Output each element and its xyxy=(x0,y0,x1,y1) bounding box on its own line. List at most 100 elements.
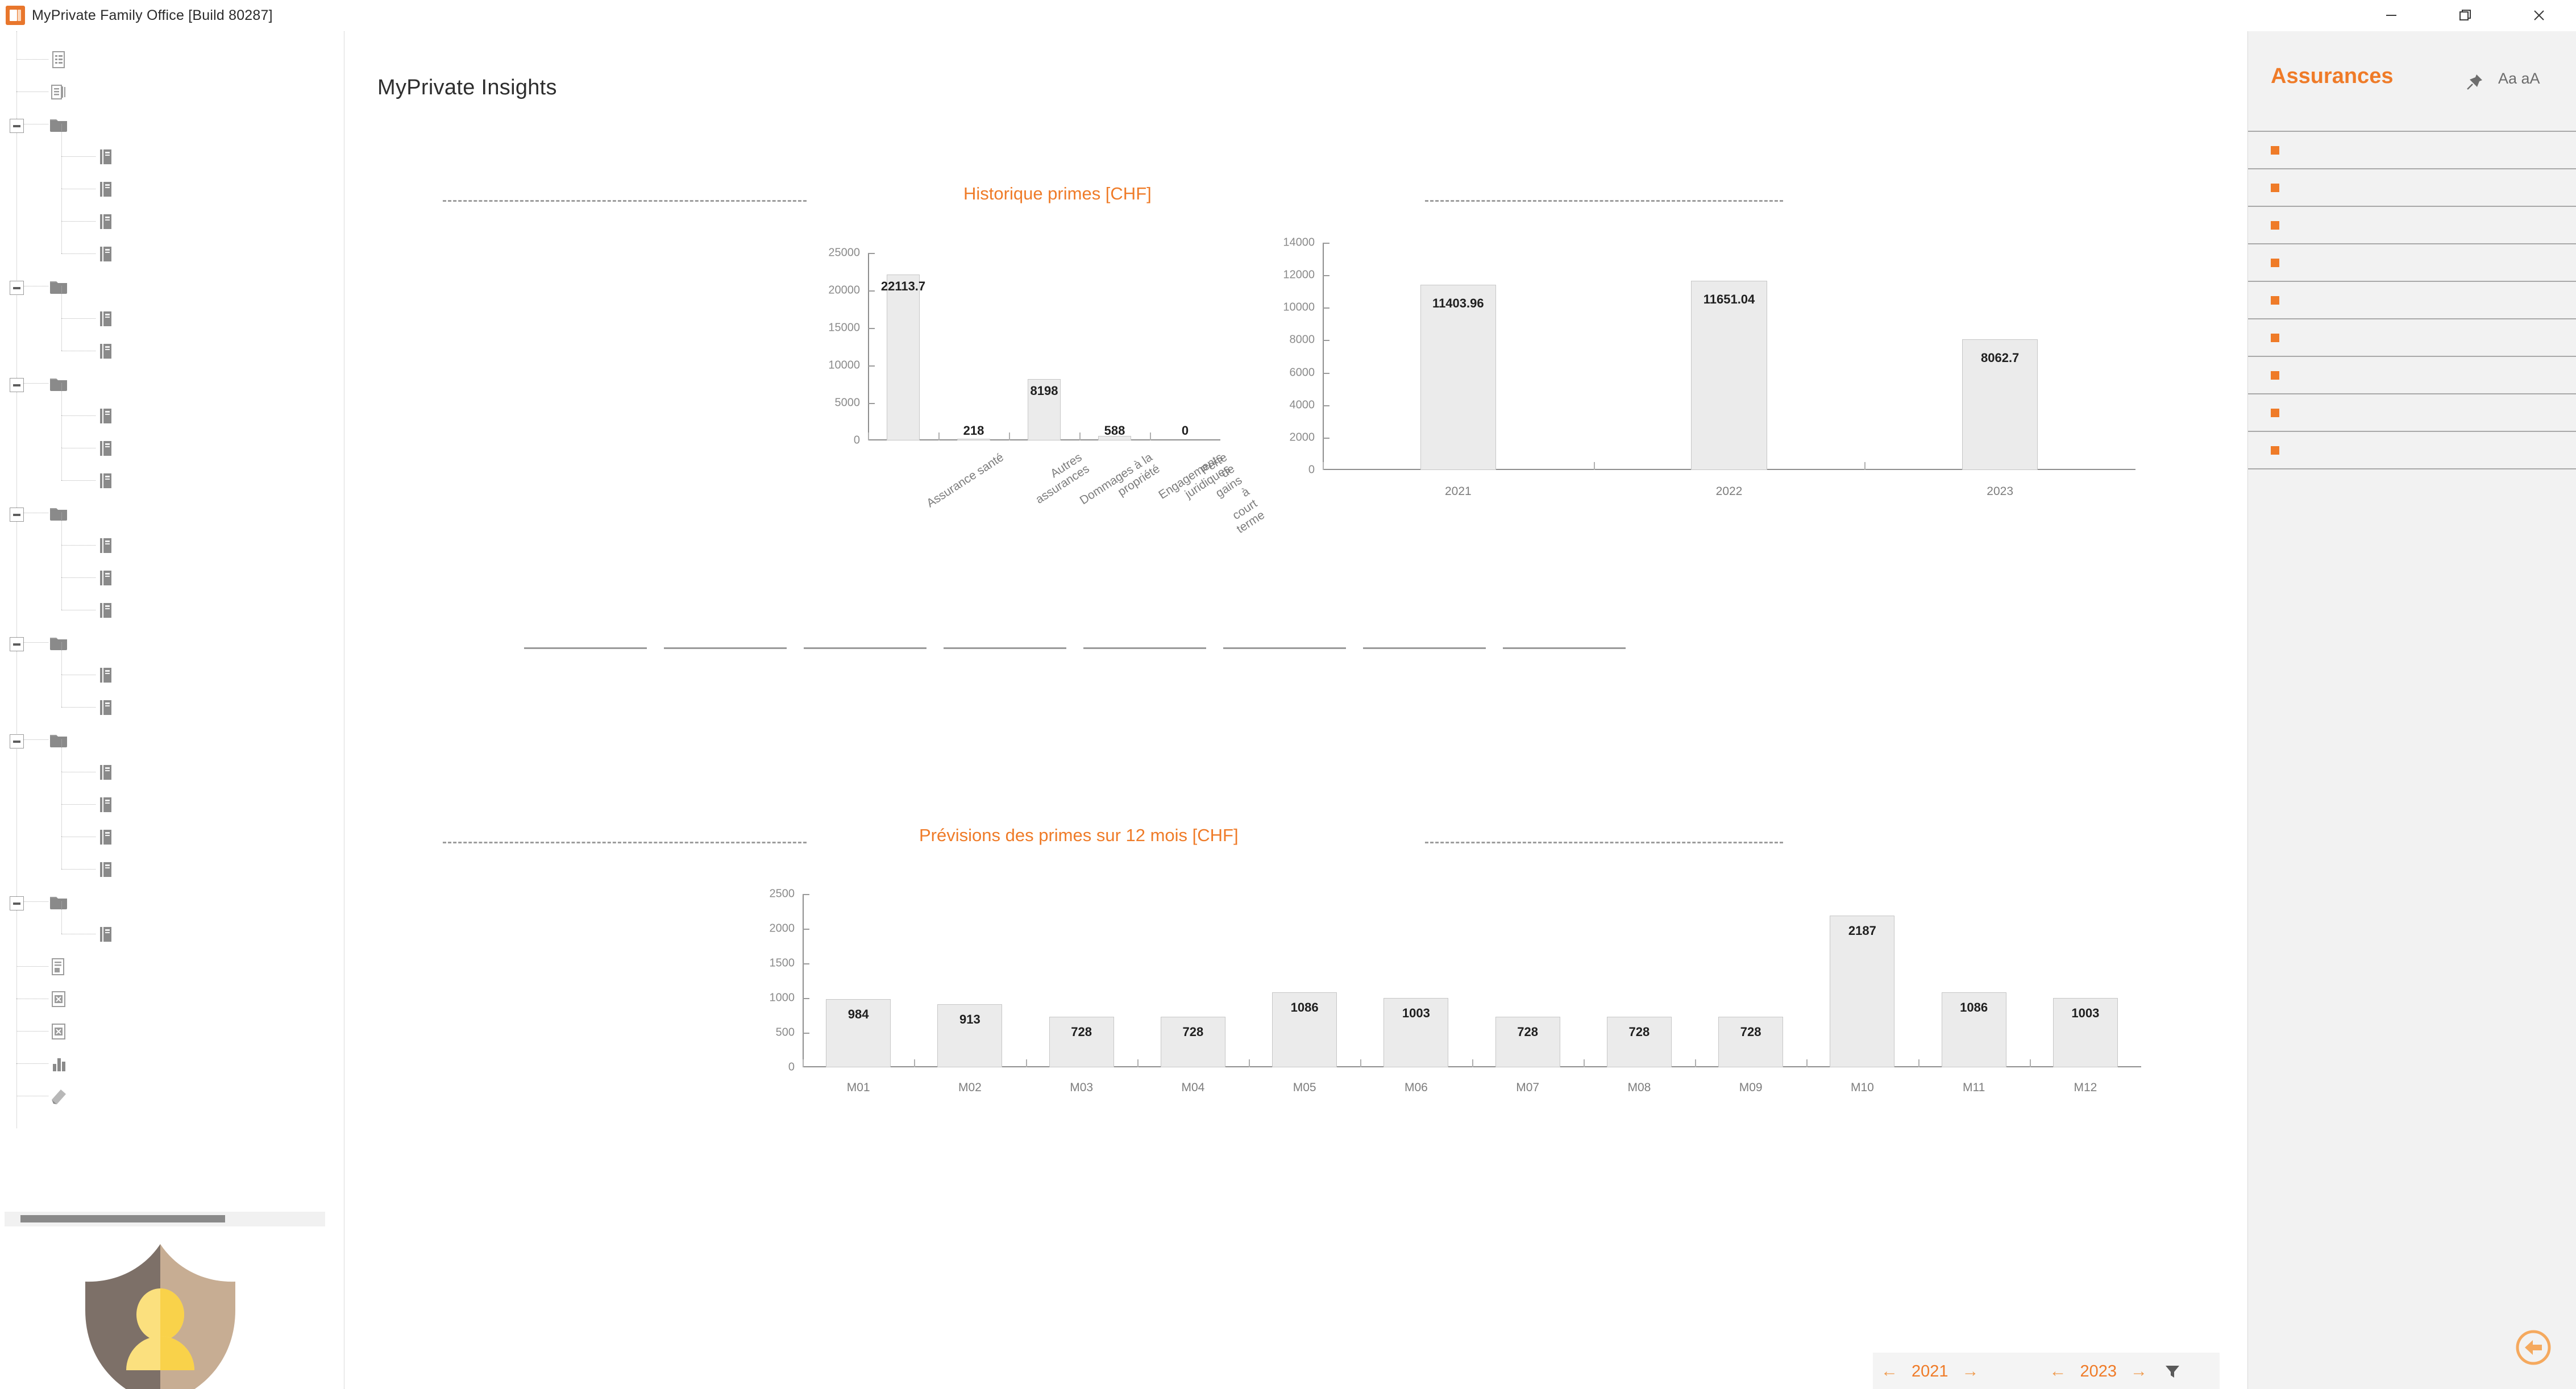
year-from-next-icon[interactable]: → xyxy=(1954,1362,1987,1381)
tree-item-b-timent-eau[interactable] xyxy=(0,545,344,594)
tree-item-conseil-juridique[interactable] xyxy=(0,837,344,885)
tree-item-renault-koleos[interactable] xyxy=(0,675,344,723)
bar-value-label: 1003 xyxy=(1402,1005,1430,1020)
context-item-sinistres[interactable] xyxy=(2248,281,2576,318)
tree-item-jennifer[interactable] xyxy=(0,221,344,270)
year-to-value[interactable]: 2023 xyxy=(2075,1362,2123,1381)
tree-branch-line xyxy=(61,772,62,804)
y-axis-tick-label: 1000 xyxy=(769,991,795,1004)
tree-item-ajout-d-une-assurance[interactable] xyxy=(0,76,344,108)
expander-toggle[interactable] xyxy=(10,896,24,910)
y-axis-tick-mark xyxy=(803,1033,809,1034)
bar-value-label: 728 xyxy=(1071,1025,1092,1039)
year-to-next-icon[interactable]: → xyxy=(2122,1362,2155,1381)
tree-horizontal-scrollbar[interactable] xyxy=(5,1212,325,1226)
tree-item-rapportage[interactable] xyxy=(0,950,344,983)
expander-toggle[interactable] xyxy=(10,734,24,748)
x-axis-tick-label: M02 xyxy=(958,1081,982,1094)
kpi-value xyxy=(1083,611,1206,638)
funnel-filter-icon[interactable] xyxy=(2155,1362,2189,1381)
tree-item-paul[interactable] xyxy=(0,124,344,173)
bullet-square-icon xyxy=(2271,258,2279,267)
y-axis-tick-label: 500 xyxy=(775,1026,795,1039)
expander-toggle[interactable] xyxy=(10,378,24,392)
year-from-prev-icon[interactable]: ← xyxy=(1873,1362,1906,1381)
kpi-value xyxy=(1363,611,1486,638)
y-axis-tick-mark xyxy=(803,929,809,930)
tree-item-mercedes-cla[interactable] xyxy=(0,642,344,691)
bar-value-label: 1003 xyxy=(2071,1005,2100,1020)
tree-item-ajouter-une-cat-gorie[interactable] xyxy=(0,43,344,76)
x-axis-tick-mark xyxy=(1079,432,1081,440)
scrollbar-thumb[interactable] xyxy=(20,1215,225,1222)
tree-item-villa-acacia[interactable] xyxy=(0,367,344,400)
book-icon xyxy=(95,179,116,199)
tree-item-responsabilit-des-employeu[interactable] xyxy=(0,772,344,821)
kpi-card xyxy=(1083,611,1206,659)
y-axis-tick-label: 0 xyxy=(1308,463,1315,476)
tree-item-responsabilit-personnelle[interactable] xyxy=(0,804,344,853)
year-range-toolbar[interactable]: ← 2021 → ← 2023 → xyxy=(1873,1353,2220,1389)
x-axis-tick-label: Perte de gains à court terme xyxy=(1198,451,1267,536)
tree-item-voyage[interactable] xyxy=(0,885,344,918)
bar xyxy=(1830,916,1895,1067)
tree-item-chalet-bianca[interactable] xyxy=(0,497,344,529)
context-item-primes-pay-es[interactable] xyxy=(2248,206,2576,243)
x-axis-tick-mark xyxy=(1593,462,1595,470)
expander-toggle[interactable] xyxy=(10,508,24,522)
tree-item-charlotte[interactable] xyxy=(0,156,344,205)
context-item-pr-visions-g[interactable] xyxy=(2248,243,2576,281)
y-axis-tick-mark xyxy=(1323,243,1329,244)
context-item-documents[interactable] xyxy=(2248,168,2576,206)
close-icon[interactable] xyxy=(2502,0,2576,31)
pin-icon[interactable] xyxy=(2465,72,2484,92)
circle-arrow-left-icon[interactable] xyxy=(2515,1329,2552,1366)
kpi-card xyxy=(524,611,647,659)
kpi-value xyxy=(664,611,787,638)
minimize-icon[interactable] xyxy=(2354,0,2428,31)
tree-item-m-nage[interactable] xyxy=(0,448,344,497)
restore-icon[interactable] xyxy=(2428,0,2502,31)
x-axis-tick-mark xyxy=(1583,1059,1585,1067)
navigation-tree[interactable] xyxy=(0,31,344,1128)
book-icon xyxy=(95,827,116,847)
dashboard-main: MyPrivate Insights Historique primes [CH… xyxy=(345,31,2515,1389)
tree-item-analyses-et-graphiques[interactable] xyxy=(0,1047,344,1080)
tree-item-charlotte[interactable] xyxy=(0,318,344,367)
y-axis-tick-label: 10000 xyxy=(828,359,860,372)
kpi-value xyxy=(944,611,1066,638)
tree-item-frank[interactable] xyxy=(0,189,344,238)
context-item-adresses[interactable] xyxy=(2248,393,2576,431)
tree-connector-line xyxy=(61,415,95,416)
context-item-assurance[interactable] xyxy=(2248,131,2576,168)
tree-item-sant[interactable] xyxy=(0,108,344,140)
tree-item-export-data-documents[interactable] xyxy=(0,1015,344,1047)
tree-item-b-timent-eau[interactable] xyxy=(0,415,344,464)
tree-item-b-timent-incendie[interactable] xyxy=(0,383,344,432)
year-to-prev-icon[interactable]: ← xyxy=(2042,1362,2075,1381)
tree-item-assurance-ch-mage-des-salar[interactable] xyxy=(0,739,344,788)
font-size-toggle[interactable]: Aa aA xyxy=(2498,70,2540,88)
expander-toggle[interactable] xyxy=(10,281,24,295)
expander-toggle[interactable] xyxy=(10,637,24,651)
context-panel-list[interactable] xyxy=(2248,131,2576,469)
tree-item-v-hicules[interactable] xyxy=(0,626,344,659)
tree-item-m-nage[interactable] xyxy=(0,577,344,626)
x-axis-tick-label: 2022 xyxy=(1715,485,1743,498)
tree-item-assurance-voyage[interactable] xyxy=(0,901,344,950)
year-from-value[interactable]: 2021 xyxy=(1906,1362,1954,1381)
tree-item-export-data[interactable] xyxy=(0,983,344,1015)
tree-item-accidents[interactable] xyxy=(0,270,344,302)
tree-item-paul[interactable] xyxy=(0,286,344,335)
tree-item-afficher-l-archive[interactable] xyxy=(0,1080,344,1112)
context-item-benchmark[interactable] xyxy=(2248,318,2576,356)
navigation-tree-panel[interactable] xyxy=(0,31,344,1389)
context-item-benchmark-g[interactable] xyxy=(2248,356,2576,393)
tree-item-passif[interactable] xyxy=(0,723,344,756)
tree-item-b-timent-incendie[interactable] xyxy=(0,513,344,562)
x-axis-tick-label: M07 xyxy=(1516,1081,1540,1094)
context-item-bloc-notes[interactable] xyxy=(2248,431,2576,468)
bar xyxy=(1691,281,1767,470)
expander-toggle[interactable] xyxy=(10,119,24,133)
kpi-divider xyxy=(1223,647,1346,649)
